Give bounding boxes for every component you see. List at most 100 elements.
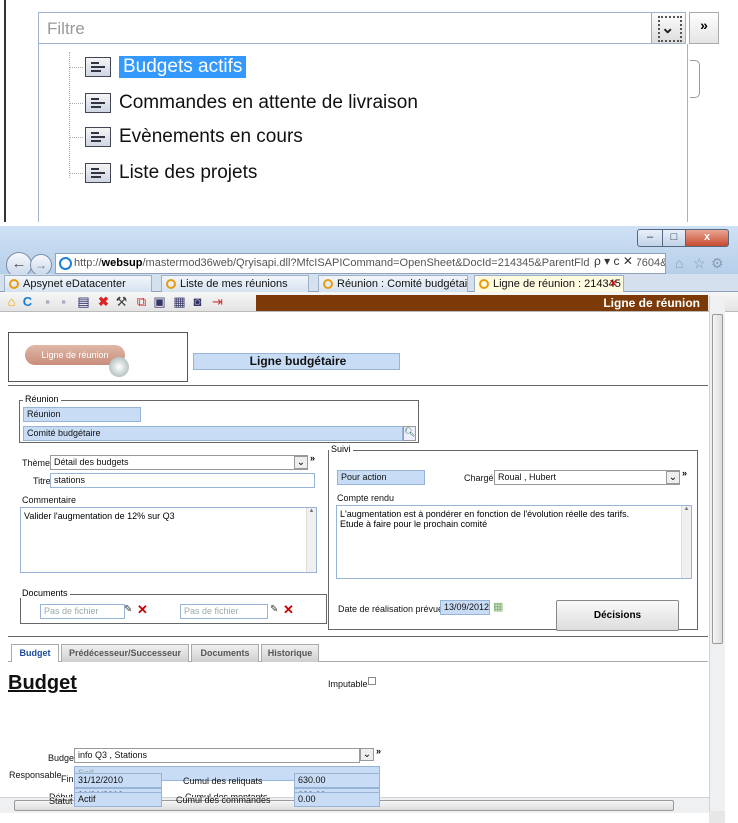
chevron-down-icon[interactable]: ⌄ [294, 456, 308, 469]
edit-icon[interactable]: ✎ [124, 604, 132, 615]
scrollbar[interactable]: ▲ [681, 506, 691, 578]
close-button[interactable]: x [685, 229, 729, 247]
date-label: Date de réalisation prévue [338, 604, 444, 614]
doc2-field[interactable]: Pas de fichier [180, 604, 268, 619]
logo-icon [109, 357, 129, 377]
reunion-type-field: Réunion [23, 407, 141, 422]
date-field[interactable]: 13/09/2012 [440, 600, 490, 615]
tab-liste-reunions[interactable]: Liste de mes réunions [161, 275, 309, 292]
tools-icon[interactable]: ⚒ [114, 294, 129, 309]
tab-historique[interactable]: Historique [261, 644, 319, 662]
copy-icon[interactable]: ⧉ [134, 294, 149, 309]
refresh-icon[interactable]: C [20, 294, 35, 309]
decisions-button[interactable]: Décisions [556, 600, 679, 631]
titre-field[interactable]: stations [50, 473, 315, 488]
ie-icon [59, 257, 72, 270]
url-path: /mastermod36web/Qryisapi.dll?MfcISAPICom… [142, 257, 666, 269]
filter-input[interactable]: Filtre [38, 12, 686, 44]
filter-list: Budgets actifs Commandes en attente de l… [38, 44, 688, 222]
home-icon[interactable]: ⌂ [675, 255, 683, 271]
budget-title: Budget [8, 672, 77, 694]
list-item-commandes[interactable]: Commandes en attente de livraison [69, 88, 418, 118]
reunion-name-field: Comité budgétaire [23, 426, 403, 441]
address-tools[interactable]: ρ ▾ c ✕ [590, 254, 637, 268]
chevron-down-icon[interactable]: ⌄ [666, 471, 680, 484]
filter-more-button[interactable]: » [689, 12, 719, 44]
scrollbar[interactable]: ▲ [306, 508, 316, 572]
maximize-button[interactable]: □ [662, 229, 686, 247]
suivi-legend: Suivi [329, 444, 353, 454]
list-item-budgets-actifs[interactable]: Budgets actifs [69, 52, 247, 82]
cumul-reliquats-field: 630.00 [294, 773, 380, 788]
query-icon [85, 127, 111, 147]
edit-icon[interactable]: ✎ [270, 604, 278, 615]
save-close-icon[interactable]: ▪ [56, 294, 71, 309]
filter-dropdown-button[interactable]: ⌄ [651, 13, 685, 43]
list-item-label: Budgets actifs [119, 56, 247, 78]
budget-more-button[interactable]: » [376, 745, 386, 758]
fin-label: Fin [61, 774, 74, 784]
camera-icon[interactable]: ◙ [190, 294, 205, 309]
query-icon [85, 93, 111, 113]
responsable-label: Responsable [9, 770, 62, 780]
attach-icon[interactable]: ▣ [152, 294, 167, 309]
tab-predecesseur-successeur[interactable]: Prédécesseur/Successeur [61, 644, 189, 662]
panel-border [4, 0, 6, 222]
ie-icon [323, 279, 333, 289]
save-icon[interactable]: ▪ [40, 294, 55, 309]
star-icon[interactable]: ☆ [693, 255, 706, 272]
divider [8, 636, 708, 637]
print-icon[interactable]: ▤ [76, 294, 91, 309]
list-item-evenements[interactable]: Evènements en cours [69, 122, 303, 152]
tab-ligne-reunion[interactable]: Ligne de réunion : 214345 ✕ [474, 275, 624, 292]
report-icon[interactable]: ▦ [172, 294, 187, 309]
logo-box: Ligne de réunion [8, 332, 188, 382]
charge-select[interactable]: Roual , Hubert [494, 470, 680, 485]
compte-rendu-label: Compte rendu [337, 493, 395, 503]
address-bar[interactable]: http://websup/mastermod36web/Qryisapi.dl… [55, 253, 666, 274]
gear-icon[interactable]: ⚙ [711, 255, 724, 272]
suivi-status-field: Pour action [337, 470, 425, 485]
documents-legend: Documents [20, 588, 70, 598]
tab-label: Apsynet eDatacenter [23, 278, 126, 290]
theme-select[interactable]: Détail des budgets [50, 455, 308, 470]
reunion-legend: Réunion [23, 394, 61, 404]
home-icon[interactable]: ⌂ [4, 294, 19, 309]
clear-icon[interactable]: ✕ [283, 602, 294, 618]
calendar-icon[interactable]: ▦ [493, 600, 503, 613]
exit-icon[interactable]: ⇥ [210, 294, 225, 309]
close-tab-icon[interactable]: ✕ [609, 276, 618, 292]
theme-more-button[interactable]: » [310, 452, 320, 465]
theme-label: Thème [22, 458, 51, 468]
charge-more-button[interactable]: » [682, 467, 692, 480]
compte-rendu-textarea[interactable]: L'augmentation est à pondérer en fonctio… [336, 505, 692, 579]
page-title-bar: Ligne de réunion [256, 295, 708, 311]
divider [8, 385, 708, 386]
clear-icon[interactable]: ✕ [137, 602, 148, 618]
vertical-scrollbar[interactable] [709, 296, 725, 811]
page-content: Ligne de réunion Ligne budgétaire Réunio… [0, 312, 709, 797]
filter-panel: Filtre ⌄ » Budgets actifs Commandes en a… [0, 0, 738, 222]
search-icon[interactable]: 🔍︎ [403, 426, 416, 441]
titre-label: Titre [33, 476, 51, 486]
tab-label: Liste de mes réunions [180, 278, 288, 290]
commentaire-textarea[interactable]: Valider l'augmentation de 12% sur Q3 ▲ [20, 507, 317, 573]
statut-field: Actif [74, 792, 162, 807]
minimize-button[interactable]: – [637, 229, 663, 247]
imputable-checkbox[interactable] [368, 677, 376, 685]
tab-apsynet[interactable]: Apsynet eDatacenter [4, 275, 152, 292]
delete-icon[interactable]: ✖ [96, 294, 111, 309]
chevron-down-icon[interactable]: ⌄ [360, 748, 374, 761]
list-item-projets[interactable]: Liste des projets [69, 158, 257, 188]
tab-documents[interactable]: Documents [191, 644, 259, 662]
commentaire-label: Commentaire [22, 495, 77, 505]
doc1-field[interactable]: Pas de fichier [40, 604, 125, 619]
tab-budget[interactable]: Budget [11, 644, 59, 662]
tab-comite[interactable]: Réunion : Comité budgétaire [318, 275, 468, 292]
side-tab-button[interactable] [690, 60, 700, 98]
scrollbar-thumb[interactable] [712, 314, 723, 644]
budget-select[interactable]: info Q3 , Stations [74, 748, 360, 763]
commentaire-text: Valider l'augmentation de 12% sur Q3 [24, 511, 175, 521]
url-prefix: http:// [74, 257, 102, 269]
forward-button[interactable]: → [30, 254, 52, 276]
